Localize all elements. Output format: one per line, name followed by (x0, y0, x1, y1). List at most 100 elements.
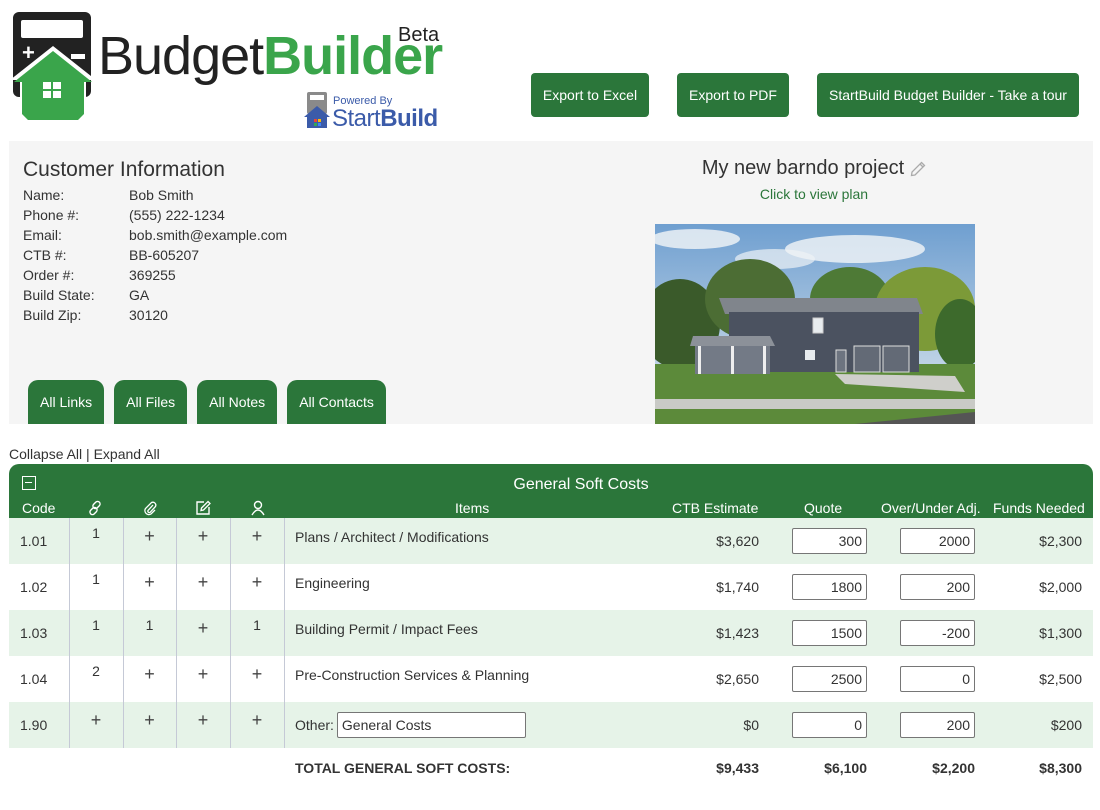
row-code: 1.02 (20, 579, 48, 595)
contacts-count[interactable]: 1 (230, 602, 284, 648)
project-title-wrap: My new barndo project (702, 157, 926, 180)
general-soft-costs-section: General Soft Costs Code Items CTB Estima… (9, 464, 1093, 788)
startbuild-icon (304, 92, 330, 128)
table-row: 1.03 1 1 + 1 Building Permit / Impact Fe… (9, 610, 1093, 656)
quote-input[interactable] (792, 712, 867, 738)
table-row-other: 1.90 + + + + Other: $0 $200 (9, 702, 1093, 748)
quote-input[interactable] (792, 528, 867, 554)
other-item-input[interactable] (336, 712, 526, 738)
quote-input[interactable] (792, 574, 867, 600)
plan-rendering-image[interactable] (655, 224, 975, 424)
add-file-button[interactable]: + (144, 527, 155, 545)
resource-tabs: All Links All Files All Notes All Contac… (28, 380, 386, 424)
view-plan-link[interactable]: Click to view plan (569, 186, 1059, 202)
item-name: Engineering (295, 575, 370, 591)
logo-word-budget: Budget (98, 26, 264, 86)
collapse-expand-bar: Collapse All | Expand All (9, 446, 160, 462)
totals-label: TOTAL GENERAL SOFT COSTS: (295, 760, 511, 776)
collapse-all-link[interactable]: Collapse All (9, 446, 82, 462)
field-value: BB-605207 (129, 247, 200, 263)
field-label: Email: (23, 227, 62, 243)
project-title: My new barndo project (701, 157, 905, 179)
add-note-button[interactable]: + (198, 619, 209, 637)
tab-all-files[interactable]: All Files (114, 380, 188, 424)
add-contact-button[interactable]: + (252, 573, 263, 591)
pencil-edit-icon[interactable] (910, 161, 926, 177)
total-ctb-estimate: $9,433 (716, 760, 759, 776)
section-title: General Soft Costs (513, 476, 649, 493)
export-excel-button[interactable]: Export to Excel (531, 73, 649, 117)
customer-field-state: Build State: GA (23, 285, 287, 305)
add-contact-button[interactable]: + (252, 711, 263, 729)
field-value: 30120 (129, 307, 168, 323)
total-quote: $6,100 (824, 760, 867, 776)
tab-all-links[interactable]: All Links (28, 380, 105, 424)
total-funds-needed: $8,300 (1039, 760, 1082, 776)
person-icon (250, 500, 266, 516)
col-funds-needed: Funds Needed (993, 500, 1085, 516)
field-value: GA (129, 287, 150, 303)
quote-input[interactable] (792, 666, 867, 692)
add-note-button[interactable]: + (198, 527, 209, 545)
customer-panel: Customer Information Name: Bob Smith Pho… (9, 141, 1093, 424)
ctb-estimate: $3,620 (716, 533, 759, 549)
item-name: Building Permit / Impact Fees (295, 621, 478, 637)
cost-rows: 1.01 1 + + + Plans / Architect / Modific… (9, 518, 1093, 748)
other-label: Other: (295, 717, 334, 733)
customer-field-phone: Phone #: (555) 222-1234 (23, 205, 287, 225)
add-link-button[interactable]: + (91, 711, 102, 729)
customer-field-order: Order #: 369255 (23, 265, 287, 285)
section-header: General Soft Costs Code Items CTB Estima… (9, 464, 1093, 518)
item-name: Plans / Architect / Modifications (295, 529, 489, 545)
field-label: Phone #: (23, 207, 80, 223)
files-count[interactable]: 1 (123, 602, 176, 648)
adj-input[interactable] (900, 620, 975, 646)
add-contact-button[interactable]: + (252, 665, 263, 683)
field-value: (555) 222-1234 (129, 207, 225, 223)
funds-needed: $2,300 (1039, 533, 1082, 549)
row-code: 1.90 (20, 717, 48, 733)
ctb-estimate: $1,740 (716, 579, 759, 595)
row-code: 1.01 (20, 533, 48, 549)
beta-badge: Beta (398, 24, 440, 46)
row-code: 1.04 (20, 671, 48, 687)
startbuild-word-build: Build (380, 105, 438, 132)
add-contact-button[interactable]: + (252, 527, 263, 545)
funds-needed: $1,300 (1039, 625, 1082, 641)
total-adj: $2,200 (932, 760, 975, 776)
tab-all-notes[interactable]: All Notes (197, 380, 278, 424)
expand-all-link[interactable]: Expand All (94, 446, 160, 462)
field-value: 369255 (129, 267, 176, 283)
export-pdf-button[interactable]: Export to PDF (677, 73, 789, 117)
field-label: CTB #: (23, 247, 67, 263)
col-ctb-estimate: CTB Estimate (672, 500, 759, 516)
add-note-button[interactable]: + (198, 711, 209, 729)
add-file-button[interactable]: + (144, 665, 155, 683)
field-value: bob.smith@example.com (129, 227, 288, 243)
customer-field-ctb: CTB #: BB-605207 (23, 245, 287, 265)
ctb-estimate: $1,423 (716, 625, 759, 641)
house-icon (10, 46, 96, 122)
take-tour-button[interactable]: StartBuild Budget Builder - Take a tour (817, 73, 1079, 117)
add-file-button[interactable]: + (144, 711, 155, 729)
adj-input[interactable] (900, 666, 975, 692)
customer-info-title: Customer Information (23, 158, 225, 181)
links-count[interactable]: 1 (69, 602, 123, 648)
adj-input[interactable] (900, 574, 975, 600)
field-value: Bob Smith (129, 187, 194, 203)
quote-input[interactable] (792, 620, 867, 646)
add-file-button[interactable]: + (144, 573, 155, 591)
customer-field-name: Name: Bob Smith (23, 185, 287, 205)
field-label: Build State: (23, 287, 95, 303)
item-name: Pre-Construction Services & Planning (295, 667, 530, 683)
links-count[interactable]: 1 (69, 510, 123, 556)
links-count[interactable]: 2 (69, 648, 123, 694)
tab-all-contacts[interactable]: All Contacts (287, 380, 386, 424)
powered-by-startbuild: Powered By StartBuild (304, 90, 454, 132)
add-note-button[interactable]: + (198, 665, 209, 683)
links-count[interactable]: 1 (69, 556, 123, 602)
adj-input[interactable] (900, 528, 975, 554)
adj-input[interactable] (900, 712, 975, 738)
logo-wordmark: BudgetBuilder (98, 26, 443, 86)
add-note-button[interactable]: + (198, 573, 209, 591)
